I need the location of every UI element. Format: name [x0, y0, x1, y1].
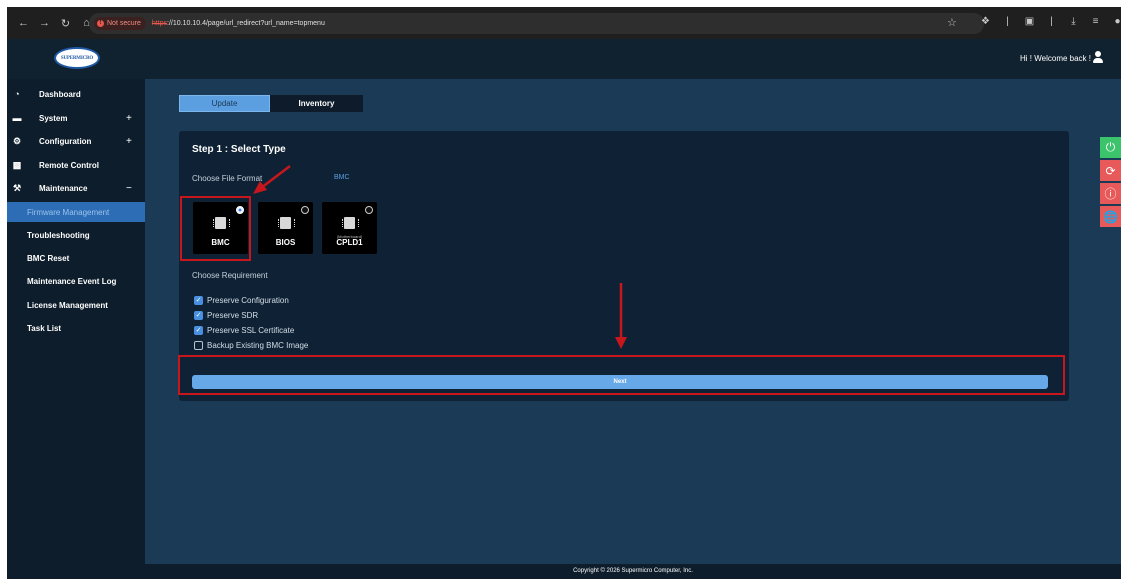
firmware-label: BIOS: [275, 238, 296, 247]
checkbox-preserve-sdr[interactable]: ✓ Preserve SDR: [194, 309, 258, 321]
checkbox-label: Backup Existing BMC Image: [207, 340, 309, 350]
footer-copyright: Copyright © 2026 Supermicro Computer, In…: [145, 564, 1121, 579]
toolbar-icons: ❖ | ▣ | ⤓ ≡ ● ⋮: [979, 15, 1121, 29]
separator-icon: |: [1050, 16, 1053, 27]
info-icon[interactable]: ⓘ: [1100, 183, 1121, 204]
gear-icon: ⚙: [12, 136, 22, 146]
url-text[interactable]: https://10.10.10.4/page/url_redirect?url…: [152, 20, 325, 27]
monitor-icon: ▬: [12, 113, 22, 123]
firmware-option-bios[interactable]: BIOS: [258, 202, 313, 254]
sidebar-item-dashboard[interactable]: ◔ Dashboard: [7, 84, 145, 104]
firmware-label: CPLD1: [336, 238, 363, 247]
sidebar-subitem-label: Firmware Management: [27, 207, 110, 217]
checkbox-checked-icon[interactable]: ✓: [194, 325, 203, 335]
file-format-label: Choose File Format: [192, 174, 263, 183]
sidebar-item-remote-control[interactable]: ▩ Remote Control: [7, 155, 145, 175]
globe-icon[interactable]: 🌐: [1100, 206, 1121, 227]
checkbox-checked-icon[interactable]: ✓: [194, 295, 203, 305]
annotation-highlight-bmc: [180, 196, 251, 261]
reading-list-icon[interactable]: ≡: [1089, 15, 1102, 29]
checkbox-preserve-configuration[interactable]: ✓ Preserve Configuration: [194, 294, 289, 306]
sidebar-subitem-maintenance-event-log[interactable]: Maintenance Event Log: [7, 271, 145, 291]
collapse-icon[interactable]: −: [126, 183, 132, 194]
url-path: ://10.10.10.4/page/url_redirect?url_name…: [167, 20, 325, 27]
wrench-icon: ⚒: [12, 183, 22, 193]
checkbox-unchecked-icon[interactable]: [194, 340, 203, 350]
sidebar-subitem-label: Task List: [27, 323, 62, 333]
sidebar-subitem-label: Maintenance Event Log: [27, 276, 117, 286]
requirement-label: Choose Requirement: [192, 271, 268, 280]
main-content: Update Inventory Step 1 : Select Type Ch…: [145, 79, 1121, 564]
back-icon[interactable]: ←: [15, 15, 32, 32]
sidebar-subitem-label: BMC Reset: [27, 253, 70, 263]
checkbox-checked-icon[interactable]: ✓: [194, 310, 203, 320]
user-icon[interactable]: [1093, 51, 1103, 65]
checkbox-preserve-ssl[interactable]: ✓ Preserve SSL Certificate: [194, 324, 294, 336]
sidebar: ◔ Dashboard ▬ System + ⚙ Configuration +…: [7, 79, 145, 579]
sidebar-item-maintenance[interactable]: ⚒ Maintenance −: [7, 178, 145, 198]
reload-icon[interactable]: ↻: [57, 15, 74, 32]
not-secure-label: Not secure: [107, 20, 141, 27]
not-secure-badge[interactable]: ! Not secure: [94, 17, 146, 30]
chip-icon: [342, 217, 359, 229]
app-header: SUPERMICRO Hi ! Welcome back !: [7, 39, 1121, 79]
sidebar-item-label: Configuration: [39, 136, 92, 146]
sidebar-item-label: Dashboard: [39, 89, 81, 99]
browser-toolbar: ← → ↻ ⌂ ! Not secure https://10.10.10.4/…: [7, 7, 1121, 39]
checkbox-label: Preserve Configuration: [207, 295, 289, 305]
extensions-icon[interactable]: ❖: [979, 15, 992, 29]
bookmark-star-icon[interactable]: ☆: [947, 16, 957, 29]
separator-icon: |: [1006, 16, 1009, 27]
sidebar-item-system[interactable]: ▬ System +: [7, 108, 145, 128]
sidebar-subitem-troubleshooting[interactable]: Troubleshooting: [7, 225, 145, 245]
radio-bios[interactable]: [301, 206, 309, 214]
sidebar-subitem-label: Troubleshooting: [27, 230, 90, 240]
firmware-option-cpld1[interactable]: (Motherboard) CPLD1: [322, 202, 377, 254]
checkbox-backup-bmc-image[interactable]: Backup Existing BMC Image: [194, 339, 308, 351]
profile-icon[interactable]: ●: [1111, 15, 1121, 29]
sidebar-item-label: System: [39, 113, 68, 123]
logo-text: SUPERMICRO: [60, 55, 94, 61]
sidebar-item-configuration[interactable]: ⚙ Configuration +: [7, 131, 145, 151]
url-protocol: https: [151, 20, 168, 27]
sidebar-subitem-label: License Management: [27, 300, 108, 310]
sidebar-item-label: Remote Control: [39, 160, 99, 170]
split-view-icon[interactable]: ▣: [1023, 15, 1036, 29]
power-icon[interactable]: ⏻: [1100, 137, 1121, 158]
annotation-highlight-next: [178, 355, 1065, 395]
step-title: Step 1 : Select Type: [192, 144, 286, 155]
sidebar-subitem-task-list[interactable]: Task List: [7, 318, 145, 338]
expand-icon[interactable]: +: [126, 113, 132, 124]
checkbox-label: Preserve SDR: [207, 310, 259, 320]
radio-cpld1[interactable]: [365, 206, 373, 214]
supermicro-logo[interactable]: SUPERMICRO: [54, 47, 100, 69]
sidebar-subitem-license-management[interactable]: License Management: [7, 295, 145, 315]
refresh-icon[interactable]: ⟳: [1100, 160, 1121, 181]
checkbox-label: Preserve SSL Certificate: [207, 325, 295, 335]
sidebar-item-label: Maintenance: [39, 183, 88, 193]
address-bar[interactable]: ! Not secure https://10.10.10.4/page/url…: [89, 13, 984, 34]
download-icon[interactable]: ⤓: [1067, 15, 1080, 29]
screenshot-frame: ← → ↻ ⌂ ! Not secure https://10.10.10.4/…: [7, 7, 1121, 579]
welcome-text: Hi ! Welcome back !: [1020, 54, 1091, 63]
warning-icon: !: [97, 20, 104, 27]
expand-icon[interactable]: +: [126, 136, 132, 147]
chip-icon: [278, 217, 295, 229]
sidebar-subitem-firmware-management[interactable]: Firmware Management: [7, 202, 145, 222]
file-format-value: BMC: [334, 174, 350, 181]
dashboard-icon: ◔: [14, 89, 20, 99]
sidebar-subitem-bmc-reset[interactable]: BMC Reset: [7, 248, 145, 268]
tab-bar: Update Inventory: [179, 95, 363, 112]
tab-update[interactable]: Update: [179, 95, 270, 112]
forward-icon[interactable]: →: [36, 15, 53, 32]
terminal-icon: ▩: [12, 160, 22, 170]
tab-inventory[interactable]: Inventory: [270, 95, 363, 112]
